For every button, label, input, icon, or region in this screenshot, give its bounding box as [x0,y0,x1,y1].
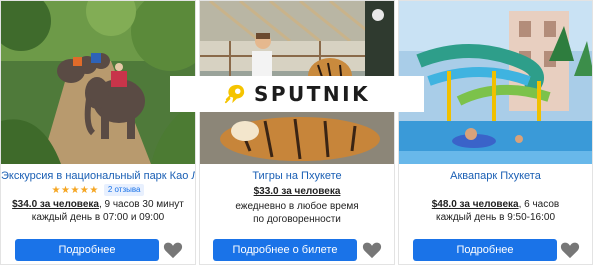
ticket-details-button[interactable]: Подробнее о билете [213,239,357,261]
tour-duration: , 6 часов [518,199,560,210]
heart-icon[interactable] [560,241,580,259]
tour-card-khao-lak: Экскурсия в национальный парк Као Лак ★★… [0,0,196,265]
tour-title-link[interactable]: Тигры на Пхукете [200,170,394,182]
tour-schedule: каждый день в 07:00 и 09:00 [31,212,165,223]
sputnik-logo[interactable]: SPUTNIK [170,76,424,112]
price-per-person: $33.0 за человека [253,186,341,197]
tour-cards: Экскурсия в национальный парк Као Лак ★★… [0,0,593,265]
price-per-person: $34.0 за человека [12,199,99,210]
reviews-count-badge[interactable]: 2 отзыва [103,184,145,196]
tour-title-link[interactable]: Экскурсия в национальный парк Као Лак [1,170,195,182]
star-rating: ★★★★★ [51,185,99,196]
rating-row: ★★★★★ 2 отзыва [1,184,195,196]
tour-info: $48.0 за человека, 6 часов каждый день в… [403,198,588,224]
brand-name: SPUTNIK [253,82,371,106]
tour-duration: , 9 часов 30 минут [98,199,184,210]
waterpark-photo[interactable] [399,1,592,164]
tour-schedule: каждый день в 9:50-16:00 [435,212,556,223]
rocket-pin-icon [224,84,245,104]
heart-icon[interactable] [362,241,382,259]
tour-card-tigers: Тигры на Пхукете $33.0 за человека ежедн… [199,0,395,265]
elephant-trek-photo[interactable] [1,1,195,164]
tour-title-link[interactable]: Аквапарк Пхукета [399,170,592,182]
price-per-person: $48.0 за человека [431,199,519,210]
details-button[interactable]: Подробнее [15,239,159,261]
tour-card-waterpark: Аквапарк Пхукета $48.0 за человека, 6 ча… [398,0,593,265]
tour-info: $34.0 за человека, 9 часов 30 минут кажд… [5,198,191,224]
details-button[interactable]: Подробнее [413,239,557,261]
heart-icon[interactable] [163,241,183,259]
tour-info: $33.0 за человека ежедневно в любое врем… [204,185,390,226]
tour-schedule: ежедневно в любое время по договоренност… [235,201,359,225]
